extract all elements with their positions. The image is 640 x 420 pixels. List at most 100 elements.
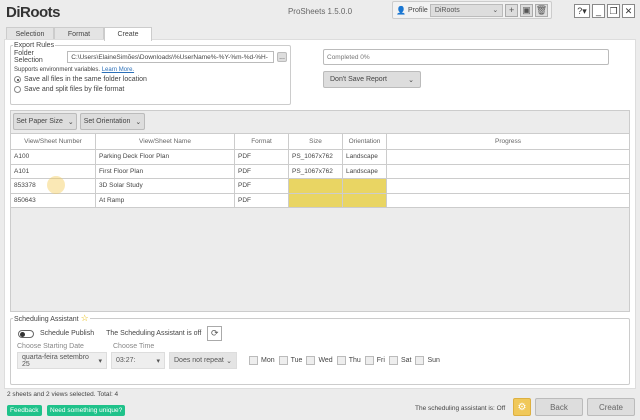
folder-label: Folder Selection bbox=[14, 50, 43, 64]
cell-orientation[interactable] bbox=[342, 192, 387, 208]
orientation-label: Set Orientation bbox=[83, 118, 131, 125]
day-fri[interactable]: Fri bbox=[364, 356, 385, 365]
restore-button[interactable]: ❐ bbox=[607, 4, 620, 18]
checkbox-icon bbox=[415, 356, 425, 365]
checkbox-icon bbox=[249, 356, 258, 365]
minimize-button[interactable]: _ bbox=[592, 4, 605, 18]
back-button[interactable]: Back bbox=[535, 398, 583, 416]
start-date-picker[interactable]: quarta-feira setembro 25 ▾ bbox=[17, 352, 107, 369]
repeat-value: Does not repeat bbox=[174, 357, 224, 364]
chevron-down-icon: ⌄ bbox=[226, 357, 232, 365]
cell-number: A100 bbox=[10, 149, 96, 165]
cell-size[interactable]: PS_1067x762 bbox=[288, 149, 343, 165]
col-header-name[interactable]: View/Sheet Name bbox=[95, 133, 235, 150]
radio-icon bbox=[14, 76, 21, 83]
date-label: Choose Starting Date bbox=[17, 343, 84, 350]
cell-format: PDF bbox=[234, 192, 289, 208]
add-profile-button[interactable]: + bbox=[505, 3, 519, 17]
profile-value: DiRoots bbox=[434, 6, 460, 14]
help-button[interactable]: ? ▾ bbox=[574, 4, 590, 18]
checkbox-icon bbox=[336, 356, 346, 365]
repeat-dropdown[interactable]: Does not repeat ⌄ bbox=[169, 352, 237, 369]
day-thu[interactable]: Thu bbox=[336, 356, 361, 365]
chevron-down-icon: ⌄ bbox=[135, 118, 142, 126]
schedule-toggle[interactable] bbox=[18, 329, 34, 338]
browse-button[interactable]: ... bbox=[277, 52, 287, 62]
report-value: Don't Save Report bbox=[330, 76, 387, 83]
tab-create[interactable]: Create bbox=[104, 27, 152, 41]
day-sat[interactable]: Sat bbox=[388, 356, 411, 365]
feedback-button[interactable]: Feedback bbox=[7, 405, 42, 416]
delete-profile-button[interactable]: 🗑 bbox=[534, 3, 548, 17]
cell-progress bbox=[386, 149, 630, 165]
progress-field: Completed 0% bbox=[323, 49, 609, 65]
report-dropdown[interactable]: Don't Save Report ⌄ bbox=[323, 71, 421, 88]
col-header-number[interactable]: View/Sheet Number bbox=[10, 133, 96, 150]
day-tue[interactable]: Tue bbox=[278, 356, 302, 365]
cell-size[interactable] bbox=[288, 192, 343, 208]
cell-progress bbox=[386, 163, 630, 179]
checkbox-icon bbox=[364, 356, 374, 365]
profile-select[interactable]: DiRoots ⌄ bbox=[429, 3, 504, 17]
create-button[interactable]: Create bbox=[587, 398, 635, 416]
day-sun[interactable]: Sun bbox=[415, 356, 440, 365]
cell-name: 3D Solar Study bbox=[95, 178, 235, 194]
save-profile-button[interactable]: ▣ bbox=[520, 3, 533, 17]
day-label: Sun bbox=[427, 357, 440, 364]
chevron-down-icon: ▾ bbox=[156, 357, 160, 365]
radio-icon bbox=[14, 86, 21, 93]
time-picker[interactable]: 03:27: ▾ bbox=[111, 352, 165, 369]
assistant-status: The scheduling assistant is: Off bbox=[415, 405, 506, 412]
cell-progress bbox=[386, 178, 630, 194]
col-header-size[interactable]: Size bbox=[288, 133, 343, 150]
folder-input[interactable]: C:\Users\ElaineSimões\Downloads\%UserNam… bbox=[67, 51, 275, 63]
table-row[interactable]: 853378 3D Solar Study PDF bbox=[10, 178, 630, 194]
star-icon[interactable]: ☆ bbox=[81, 313, 89, 323]
day-label: Thu bbox=[348, 357, 361, 364]
table-header: View/Sheet Number View/Sheet Name Format… bbox=[10, 133, 630, 150]
cell-name: At Ramp bbox=[95, 192, 235, 208]
need-something-unique-button[interactable]: Need something unique? bbox=[47, 405, 126, 416]
schedule-publish-label: Schedule Publish bbox=[40, 330, 95, 337]
checkbox-icon bbox=[388, 356, 398, 365]
cell-format: PDF bbox=[234, 149, 289, 165]
table-row[interactable]: A101 First Floor Plan PDF PS_1067x762 Landsc… bbox=[10, 163, 630, 179]
radio-split-format[interactable]: Save and split files by file format bbox=[14, 86, 287, 93]
checkbox-icon bbox=[278, 356, 288, 365]
col-header-format[interactable]: Format bbox=[234, 133, 289, 150]
chevron-down-icon: ⌄ bbox=[492, 7, 499, 14]
set-paper-size-button[interactable]: Set Paper Size ⌄ bbox=[13, 113, 77, 130]
cell-orientation[interactable]: Landscape bbox=[342, 163, 387, 179]
env-hint: Supports environment variables. bbox=[14, 67, 101, 73]
cell-orientation[interactable] bbox=[342, 178, 387, 194]
cell-size[interactable] bbox=[288, 178, 343, 194]
cell-format: PDF bbox=[234, 178, 289, 194]
set-orientation-button[interactable]: Set Orientation ⌄ bbox=[80, 113, 145, 130]
scheduling-legend: Scheduling Assistant bbox=[14, 316, 79, 323]
option-label: Save and split files by file format bbox=[24, 86, 125, 93]
cursor-highlight bbox=[47, 176, 65, 194]
day-label: Wed bbox=[318, 357, 333, 364]
profile-bar: 👤 Profile DiRoots ⌄ + ▣ 🗑 bbox=[392, 1, 552, 19]
gear-icon[interactable]: ⚙ bbox=[513, 398, 531, 416]
col-header-progress[interactable]: Progress bbox=[386, 133, 630, 150]
chevron-down-icon: ⌄ bbox=[67, 118, 74, 126]
table-row[interactable]: 850643 At Ramp PDF bbox=[10, 192, 630, 208]
radio-same-folder[interactable]: Save all files in the same folder locati… bbox=[14, 76, 287, 83]
cell-progress bbox=[386, 192, 630, 208]
help-icon: ? bbox=[577, 6, 583, 16]
cell-name: First Floor Plan bbox=[95, 163, 235, 179]
col-header-orientation[interactable]: Orientation bbox=[342, 133, 387, 150]
cell-orientation[interactable]: Landscape bbox=[342, 149, 387, 165]
cell-size[interactable]: PS_1067x762 bbox=[288, 163, 343, 179]
day-wed[interactable]: Wed bbox=[306, 356, 333, 365]
table-row[interactable]: A100 Parking Deck Floor Plan PDF PS_1067x76… bbox=[10, 149, 630, 165]
learn-more-link[interactable]: Learn More. bbox=[102, 67, 134, 73]
export-rules-group: Export Rules Folder Selection C:\Users\E… bbox=[10, 42, 291, 105]
option-label: Save all files in the same folder locati… bbox=[24, 76, 147, 83]
close-button[interactable]: ✕ bbox=[622, 4, 635, 18]
refresh-icon[interactable]: ⟳ bbox=[207, 326, 223, 341]
time-value: 03:27: bbox=[116, 357, 136, 364]
day-mon[interactable]: Mon bbox=[249, 356, 275, 365]
chevron-down-icon: ⌄ bbox=[408, 76, 414, 84]
